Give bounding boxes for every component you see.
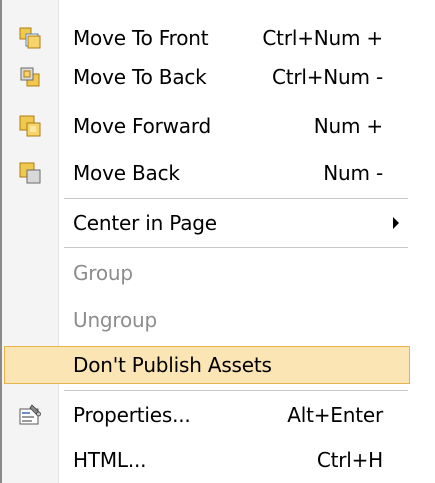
menu-item-shortcut: Alt+Enter — [287, 403, 383, 427]
menu-item-shortcut: Ctrl+Num + — [262, 26, 383, 50]
menu-item-label: Group — [73, 261, 133, 285]
menu-item-move-forward[interactable]: Move Forward Num + — [4, 104, 411, 148]
context-menu: Move To Front Ctrl+Num + Move To Back Ct… — [0, 0, 435, 483]
bring-forward-icon — [19, 115, 41, 137]
menu-item-shortcut: Ctrl+H — [316, 448, 383, 472]
menu-item-label: Move To Back — [73, 65, 207, 89]
menu-item-ungroup[interactable]: Ungroup — [4, 298, 411, 342]
menu-item-label: Move To Front — [73, 26, 209, 50]
menu-item-html[interactable]: HTML... Ctrl+H — [4, 438, 411, 482]
menu-item-shortcut: Num + — [313, 114, 383, 138]
menu-item-center-in-page[interactable]: Center in Page — [4, 201, 411, 245]
menu-item-move-back[interactable]: Move Back Num - — [4, 151, 411, 195]
menu-item-group[interactable]: Group — [4, 251, 411, 295]
menu-separator — [64, 247, 408, 248]
properties-icon — [19, 404, 41, 425]
menu-item-label: Ungroup — [73, 308, 158, 332]
menu-item-properties[interactable]: Properties... Alt+Enter — [4, 393, 411, 437]
menu-item-label: Properties... — [73, 403, 191, 427]
menu-separator — [64, 198, 408, 199]
menu-item-move-to-back[interactable]: Move To Back Ctrl+Num - — [4, 55, 411, 99]
send-backward-icon — [19, 162, 41, 184]
submenu-arrow-icon — [393, 217, 399, 229]
menu-item-label: Don't Publish Assets — [73, 353, 272, 377]
menu-item-dont-publish-assets[interactable]: Don't Publish Assets — [4, 346, 410, 384]
menu-separator — [64, 390, 408, 391]
send-to-back-icon — [20, 67, 40, 87]
menu-item-label: Center in Page — [73, 211, 217, 235]
menu-item-label: Move Forward — [73, 114, 212, 138]
menu-item-shortcut: Ctrl+Num - — [271, 65, 383, 89]
menu-item-label: HTML... — [73, 448, 147, 472]
bring-to-front-icon — [19, 27, 41, 49]
menu-item-move-to-front[interactable]: Move To Front Ctrl+Num + — [4, 16, 411, 60]
menu-item-shortcut: Num - — [323, 161, 383, 185]
menu-item-label: Move Back — [73, 161, 180, 185]
